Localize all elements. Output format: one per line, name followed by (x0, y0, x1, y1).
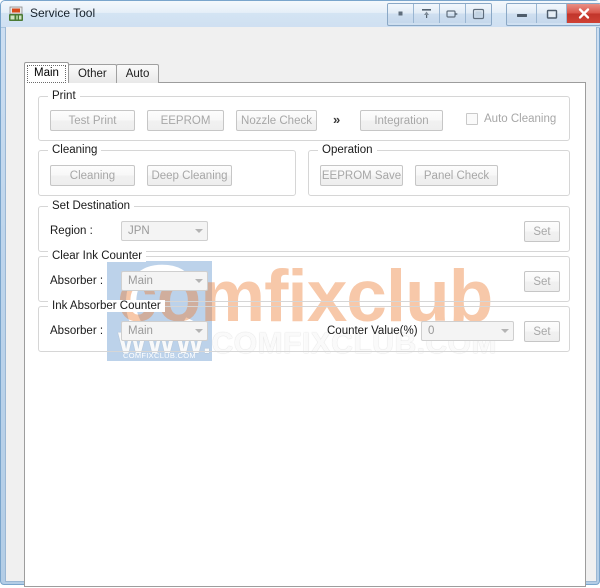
title-bar: Service Tool (1, 1, 600, 28)
auto-cleaning-checkbox[interactable] (466, 113, 478, 125)
panel-check-button[interactable]: Panel Check (415, 165, 498, 186)
clear-absorber-combo[interactable]: Main (121, 271, 208, 291)
dock-button[interactable] (440, 4, 466, 23)
tab-auto-label: Auto (125, 68, 150, 80)
tab-strip: Main Other Auto (24, 62, 160, 83)
group-cleaning-label: Cleaning (48, 144, 102, 156)
chevron-down-icon[interactable] (191, 222, 207, 240)
auto-cleaning-checkbox-row[interactable]: Auto Cleaning (466, 113, 556, 125)
window-title: Service Tool (30, 6, 96, 20)
chevron-right-icon: » (333, 112, 341, 127)
cleaning-button[interactable]: Cleaning (50, 165, 135, 186)
region-combo-value: JPN (128, 225, 150, 237)
chevron-down-icon[interactable] (191, 322, 207, 340)
group-clear-ink-counter-label: Clear Ink Counter (48, 250, 147, 262)
absorber-label: Absorber : (50, 325, 104, 337)
minimize-button[interactable] (507, 4, 537, 23)
group-print-label: Print (48, 90, 80, 102)
absorber-combo[interactable]: Main (121, 321, 208, 341)
group-cleaning: Cleaning Cleaning Deep Cleaning (38, 144, 296, 196)
eeprom-save-button[interactable]: EEPROM Save (320, 165, 403, 186)
watermark-logo-domain: COMFIXCLUB.COM (123, 351, 196, 360)
region-combo[interactable]: JPN (121, 221, 208, 241)
counter-value-combo-value: 0 (428, 325, 435, 337)
group-ink-absorber-counter-label: Ink Absorber Counter (48, 300, 165, 312)
window-controls (506, 3, 600, 26)
designer-toolbar (387, 3, 492, 26)
restore-layout-button[interactable] (466, 4, 491, 23)
integration-button[interactable]: Integration (360, 110, 443, 131)
absorber-combo-value: Main (128, 325, 153, 337)
eeprom-button[interactable]: EEPROM (147, 110, 224, 131)
chevron-down-icon[interactable] (191, 272, 207, 290)
clear-absorber-label: Absorber : (50, 275, 104, 287)
nozzle-check-button[interactable]: Nozzle Check (236, 110, 317, 131)
service-tool-window: Service Tool Main Other Auto C COMFIXCLU… (0, 0, 600, 587)
group-print: Print Test Print EEPROM Nozzle Check » I… (38, 90, 570, 141)
auto-cleaning-label: Auto Cleaning (484, 113, 557, 125)
chevron-down-icon[interactable] (497, 322, 513, 340)
clear-absorber-combo-value: Main (128, 275, 153, 287)
tab-other[interactable]: Other (67, 64, 117, 83)
group-ink-absorber-counter: Ink Absorber Counter Absorber : Main Cou… (38, 300, 570, 352)
maximize-button[interactable] (537, 4, 567, 23)
group-operation-label: Operation (318, 144, 377, 156)
pin-button[interactable] (414, 4, 440, 23)
group-clear-ink-counter: Clear Ink Counter Absorber : Main Set (38, 250, 570, 302)
tab-main-label: Main (34, 67, 59, 79)
tab-main[interactable]: Main (24, 62, 69, 83)
client-area: Main Other Auto C COMFIXCLUB.COM comfixc… (5, 27, 597, 587)
tab-other-label: Other (77, 68, 107, 80)
region-label: Region : (50, 225, 93, 237)
stop-button[interactable] (388, 4, 414, 23)
clear-ink-counter-set-button[interactable]: Set (524, 271, 560, 292)
ink-absorber-counter-set-button[interactable]: Set (524, 321, 560, 342)
set-destination-button[interactable]: Set (524, 221, 560, 242)
counter-value-combo[interactable]: 0 (421, 321, 514, 341)
close-button[interactable] (567, 4, 600, 23)
counter-value-label: Counter Value(%) : (327, 325, 424, 337)
tab-page-main: C COMFIXCLUB.COM comfixclub WWW.COMFIXCL… (24, 82, 586, 587)
group-set-destination: Set Destination Region : JPN Set (38, 200, 570, 252)
tab-auto[interactable]: Auto (115, 64, 160, 83)
group-operation: Operation EEPROM Save Panel Check (308, 144, 570, 196)
deep-cleaning-button[interactable]: Deep Cleaning (147, 165, 232, 186)
test-print-button[interactable]: Test Print (50, 110, 135, 131)
app-icon (8, 6, 24, 22)
group-set-destination-label: Set Destination (48, 200, 134, 212)
